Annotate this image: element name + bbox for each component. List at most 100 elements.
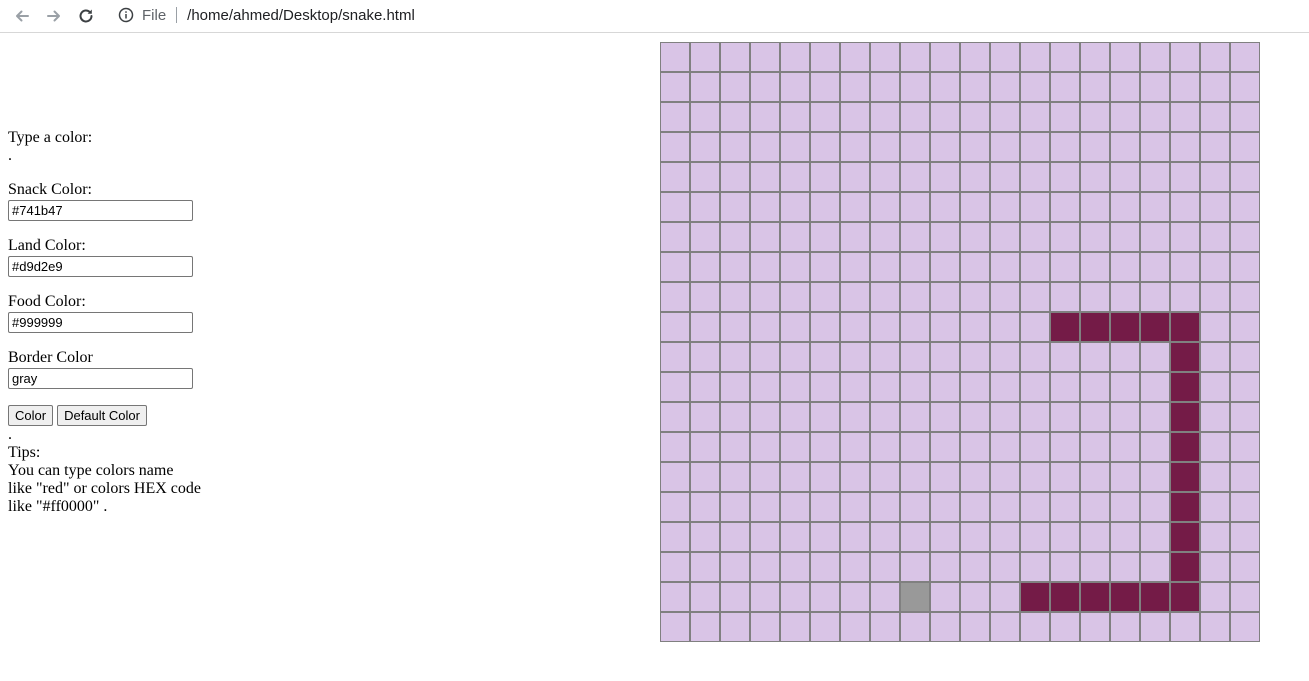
land-cell [720, 612, 750, 642]
land-cell [750, 162, 780, 192]
land-cell [930, 252, 960, 282]
land-cell [780, 342, 810, 372]
land-cell [780, 192, 810, 222]
land-cell [690, 372, 720, 402]
land-cell [990, 102, 1020, 132]
land-cell [810, 102, 840, 132]
forward-button[interactable] [42, 4, 66, 28]
land-cell [660, 522, 690, 552]
land-cell [1230, 552, 1260, 582]
land-cell [1230, 252, 1260, 282]
land-cell [720, 462, 750, 492]
land-cell [1080, 192, 1110, 222]
land-cell [1110, 192, 1140, 222]
land-cell [660, 492, 690, 522]
info-icon[interactable] [118, 7, 134, 23]
land-cell [1200, 372, 1230, 402]
snake-segment [1080, 582, 1110, 612]
land-cell [750, 132, 780, 162]
address-bar[interactable]: File /home/ahmed/Desktop/snake.html [110, 2, 1300, 28]
land-cell [1050, 402, 1080, 432]
land-cell [1020, 222, 1050, 252]
land-cell [1020, 162, 1050, 192]
land-cell [750, 552, 780, 582]
land-cell [1140, 432, 1170, 462]
land-cell [990, 72, 1020, 102]
land-cell [1200, 492, 1230, 522]
land-cell [1230, 432, 1260, 462]
land-cell [660, 132, 690, 162]
border-color-input[interactable] [8, 368, 193, 389]
land-cell [990, 312, 1020, 342]
land-cell [1140, 252, 1170, 282]
land-cell [660, 222, 690, 252]
land-cell [690, 282, 720, 312]
land-cell [690, 582, 720, 612]
url-text[interactable]: /home/ahmed/Desktop/snake.html [187, 7, 415, 24]
land-cell [750, 402, 780, 432]
back-button[interactable] [10, 4, 34, 28]
snake-segment [1050, 312, 1080, 342]
land-cell [960, 552, 990, 582]
land-cell [960, 132, 990, 162]
snack-color-input[interactable] [8, 200, 193, 221]
tips-line: like "red" or colors HEX code [8, 480, 201, 497]
land-cell [780, 462, 810, 492]
land-cell [1020, 462, 1050, 492]
tips-line: You can type colors name [8, 462, 174, 479]
land-cell [900, 162, 930, 192]
land-cell [960, 612, 990, 642]
land-cell [690, 462, 720, 492]
land-cell [1020, 282, 1050, 312]
land-cell [720, 432, 750, 462]
snake-segment [1170, 402, 1200, 432]
land-cell [1110, 522, 1140, 552]
land-cell [1200, 72, 1230, 102]
land-cell [780, 132, 810, 162]
game-board[interactable] [660, 42, 1260, 642]
food-color-input[interactable] [8, 312, 193, 333]
land-cell [900, 522, 930, 552]
reload-button[interactable] [74, 4, 98, 28]
land-cell [690, 312, 720, 342]
default-color-button[interactable]: Default Color [57, 405, 147, 426]
color-button[interactable]: Color [8, 405, 54, 426]
land-cell [1110, 372, 1140, 402]
land-cell [750, 282, 780, 312]
land-color-input[interactable] [8, 256, 193, 277]
land-cell [1080, 522, 1110, 552]
land-cell [780, 102, 810, 132]
land-cell [750, 222, 780, 252]
land-cell [870, 582, 900, 612]
snake-segment [1110, 582, 1140, 612]
land-cell [1020, 192, 1050, 222]
land-cell [660, 282, 690, 312]
land-cell [840, 252, 870, 282]
land-cell [840, 222, 870, 252]
land-cell [1050, 552, 1080, 582]
land-cell [960, 282, 990, 312]
land-cell [1110, 132, 1140, 162]
land-cell [960, 492, 990, 522]
snack-color-label: Snack Color: [8, 181, 92, 198]
land-cell [750, 462, 780, 492]
land-cell [1080, 402, 1110, 432]
land-cell [1230, 402, 1260, 432]
land-cell [960, 162, 990, 192]
land-cell [1140, 282, 1170, 312]
land-cell [1050, 372, 1080, 402]
land-cell [930, 162, 960, 192]
land-cell [1140, 192, 1170, 222]
land-cell [960, 402, 990, 432]
land-cell [1230, 372, 1260, 402]
land-cell [1020, 72, 1050, 102]
land-cell [1230, 162, 1260, 192]
land-cell [1200, 282, 1230, 312]
land-cell [720, 552, 750, 582]
land-cell [990, 132, 1020, 162]
tips-line: like "#ff0000" . [8, 498, 108, 515]
land-cell [1080, 372, 1110, 402]
land-cell [900, 72, 930, 102]
snake-segment [1020, 582, 1050, 612]
land-cell [930, 312, 960, 342]
